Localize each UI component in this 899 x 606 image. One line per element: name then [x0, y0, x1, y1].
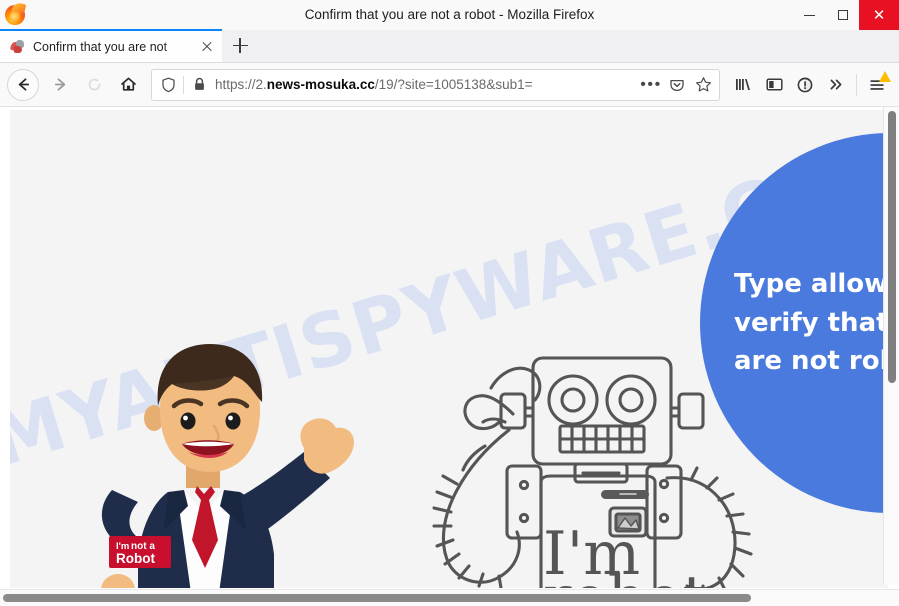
horizontal-scrollbar-thumb[interactable]: [3, 594, 751, 602]
window-controls: ✕: [793, 0, 899, 30]
tab-favicon-icon: [9, 39, 26, 55]
cartoon-man-illustration: I'm not a Robot: [68, 340, 368, 588]
browser-window: Confirm that you are not a robot - Mozil…: [0, 0, 899, 606]
toolbar-divider: [856, 73, 857, 96]
tab-title: Confirm that you are not: [33, 39, 168, 54]
home-button-icon[interactable]: [111, 68, 145, 102]
title-bar: Confirm that you are not a robot - Mozil…: [0, 0, 899, 30]
window-title: Confirm that you are not a robot - Mozil…: [304, 7, 595, 22]
sidebar-icon[interactable]: [759, 69, 790, 101]
vertical-scrollbar-thumb[interactable]: [888, 111, 896, 383]
vertical-scrollbar[interactable]: [883, 107, 899, 585]
url-domain: news-mosuka.cc: [266, 77, 375, 92]
firefox-logo-icon: [2, 1, 28, 28]
url-scheme: https://: [215, 77, 256, 92]
page-content: MYANTISPYWARE.COM Type allow t verify th…: [10, 110, 888, 588]
tab-close-icon[interactable]: [198, 38, 216, 56]
tracking-protection-shield-icon[interactable]: [156, 77, 180, 93]
maximize-button[interactable]: [826, 0, 859, 30]
tab-active[interactable]: Confirm that you are not: [0, 29, 222, 62]
tab-strip: Confirm that you are not: [0, 29, 899, 63]
navigation-toolbar: https://2.news-mosuka.cc/19/?site=100513…: [0, 63, 899, 107]
hamburger-menu-icon[interactable]: [861, 69, 892, 101]
svg-text:robot: robot: [543, 563, 706, 588]
svg-text:Robot: Robot: [116, 551, 155, 566]
update-warning-badge-icon: [879, 70, 891, 82]
bookmark-star-icon[interactable]: [691, 71, 715, 99]
reload-button-icon[interactable]: [77, 68, 111, 102]
url-divider: [183, 75, 184, 94]
account-sync-warning-icon[interactable]: [790, 69, 821, 101]
new-tab-button[interactable]: [222, 29, 258, 62]
url-text[interactable]: https://2.news-mosuka.cc/19/?site=100513…: [211, 77, 637, 92]
minimize-button[interactable]: [793, 0, 826, 30]
url-path: /19/?site=1005138&sub1=: [374, 77, 533, 92]
library-icon[interactable]: [728, 69, 759, 101]
pocket-icon[interactable]: [665, 71, 689, 99]
ellipsis-glyph: •••: [640, 75, 662, 93]
page-actions-ellipsis-icon[interactable]: •••: [639, 71, 663, 99]
close-icon[interactable]: ✕: [859, 0, 899, 30]
overflow-chevrons-icon[interactable]: [821, 69, 852, 101]
url-subdomain: 2.: [255, 77, 267, 92]
callout-line-1: Type allow t: [734, 269, 888, 300]
forward-button-icon[interactable]: [43, 68, 77, 102]
sketch-robot-illustration: I'm robot: [405, 318, 785, 588]
padlock-icon[interactable]: [189, 77, 209, 92]
back-button-icon[interactable]: [7, 68, 39, 101]
page-viewport: MYANTISPYWARE.COM Type allow t verify th…: [0, 107, 899, 606]
address-bar[interactable]: https://2.news-mosuka.cc/19/?site=100513…: [151, 68, 720, 101]
horizontal-scrollbar[interactable]: [0, 589, 899, 606]
